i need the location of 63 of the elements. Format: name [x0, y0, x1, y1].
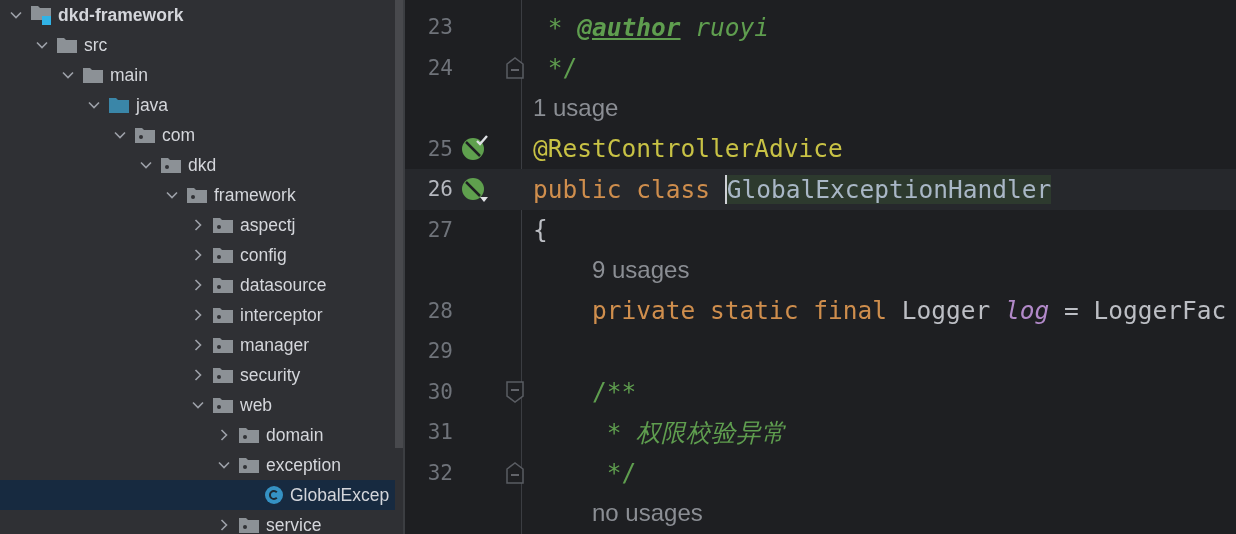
package-folder-icon — [186, 186, 208, 204]
package-folder-icon — [212, 246, 234, 264]
line-number: 23 — [427, 15, 453, 40]
usage-hint[interactable]: 9 usages — [592, 256, 690, 285]
package-folder-icon — [238, 426, 260, 444]
package-folder-icon — [212, 276, 234, 294]
tree-item[interactable]: interceptor — [0, 300, 395, 330]
line-number: 32 — [427, 460, 453, 485]
code-line: */ — [605, 458, 637, 488]
folder-icon — [82, 66, 104, 84]
tree-item[interactable]: aspectj — [0, 210, 395, 240]
code-line: /** — [592, 377, 637, 407]
bean-gutter-icon[interactable] — [461, 134, 489, 163]
package-folder-icon — [212, 306, 234, 324]
fold-end-icon[interactable] — [506, 56, 524, 79]
line-number: 31 — [427, 420, 453, 445]
tree-item[interactable]: dkd — [0, 150, 395, 180]
tree-item[interactable]: datasource — [0, 270, 395, 300]
folder-icon — [56, 36, 78, 54]
code-line: { — [533, 215, 548, 245]
tree-item[interactable]: framework — [0, 180, 395, 210]
tree-item[interactable]: security — [0, 360, 395, 390]
bean-gutter-icon[interactable] — [461, 175, 489, 204]
package-folder-icon — [212, 216, 234, 234]
fold-end-icon[interactable] — [506, 461, 524, 484]
code-line: * 权限校验异常 — [605, 416, 787, 449]
line-number: 24 — [427, 55, 453, 80]
line-number: 29 — [427, 339, 453, 364]
tree-item[interactable]: manager — [0, 330, 395, 360]
tree-item[interactable]: dkd-framework — [0, 0, 395, 30]
tree-item[interactable]: com — [0, 120, 395, 150]
tree-item[interactable]: GlobalExcep — [0, 480, 395, 510]
code-line: * @author ruoyi — [546, 12, 770, 42]
code-line: public class GlobalExceptionHandler — [533, 174, 1052, 204]
scrollbar[interactable] — [395, 0, 403, 448]
package-folder-icon — [160, 156, 182, 174]
package-folder-icon — [238, 456, 260, 474]
tree-item[interactable]: service — [0, 510, 395, 534]
fold-icon[interactable] — [506, 380, 524, 403]
tree-item[interactable]: main — [0, 60, 395, 90]
usage-hint[interactable]: no usages — [592, 499, 703, 528]
tree-item[interactable]: domain — [0, 420, 395, 450]
code-line: @RestControllerAdvice — [533, 134, 843, 164]
usage-hint[interactable]: 1 usage — [533, 94, 619, 123]
line-number: 30 — [427, 379, 453, 404]
line-number: 28 — [427, 298, 453, 323]
tree-item[interactable]: java — [0, 90, 395, 120]
code-line: */ — [546, 53, 578, 83]
package-folder-icon — [212, 396, 234, 414]
line-number: 25 — [427, 136, 453, 161]
tree-item[interactable]: web — [0, 390, 395, 420]
source-folder-icon — [108, 96, 130, 114]
tree-item[interactable]: exception — [0, 450, 395, 480]
line-number: 27 — [427, 217, 453, 242]
package-folder-icon — [134, 126, 156, 144]
module-folder-icon — [30, 5, 52, 25]
tree-item[interactable]: config — [0, 240, 395, 270]
line-number: 26 — [427, 177, 453, 202]
package-folder-icon — [212, 366, 234, 384]
package-folder-icon — [212, 336, 234, 354]
tree-item[interactable]: src — [0, 30, 395, 60]
class-icon — [264, 485, 284, 505]
code-line: private static final Logger log = LoggerFac — [592, 296, 1227, 326]
